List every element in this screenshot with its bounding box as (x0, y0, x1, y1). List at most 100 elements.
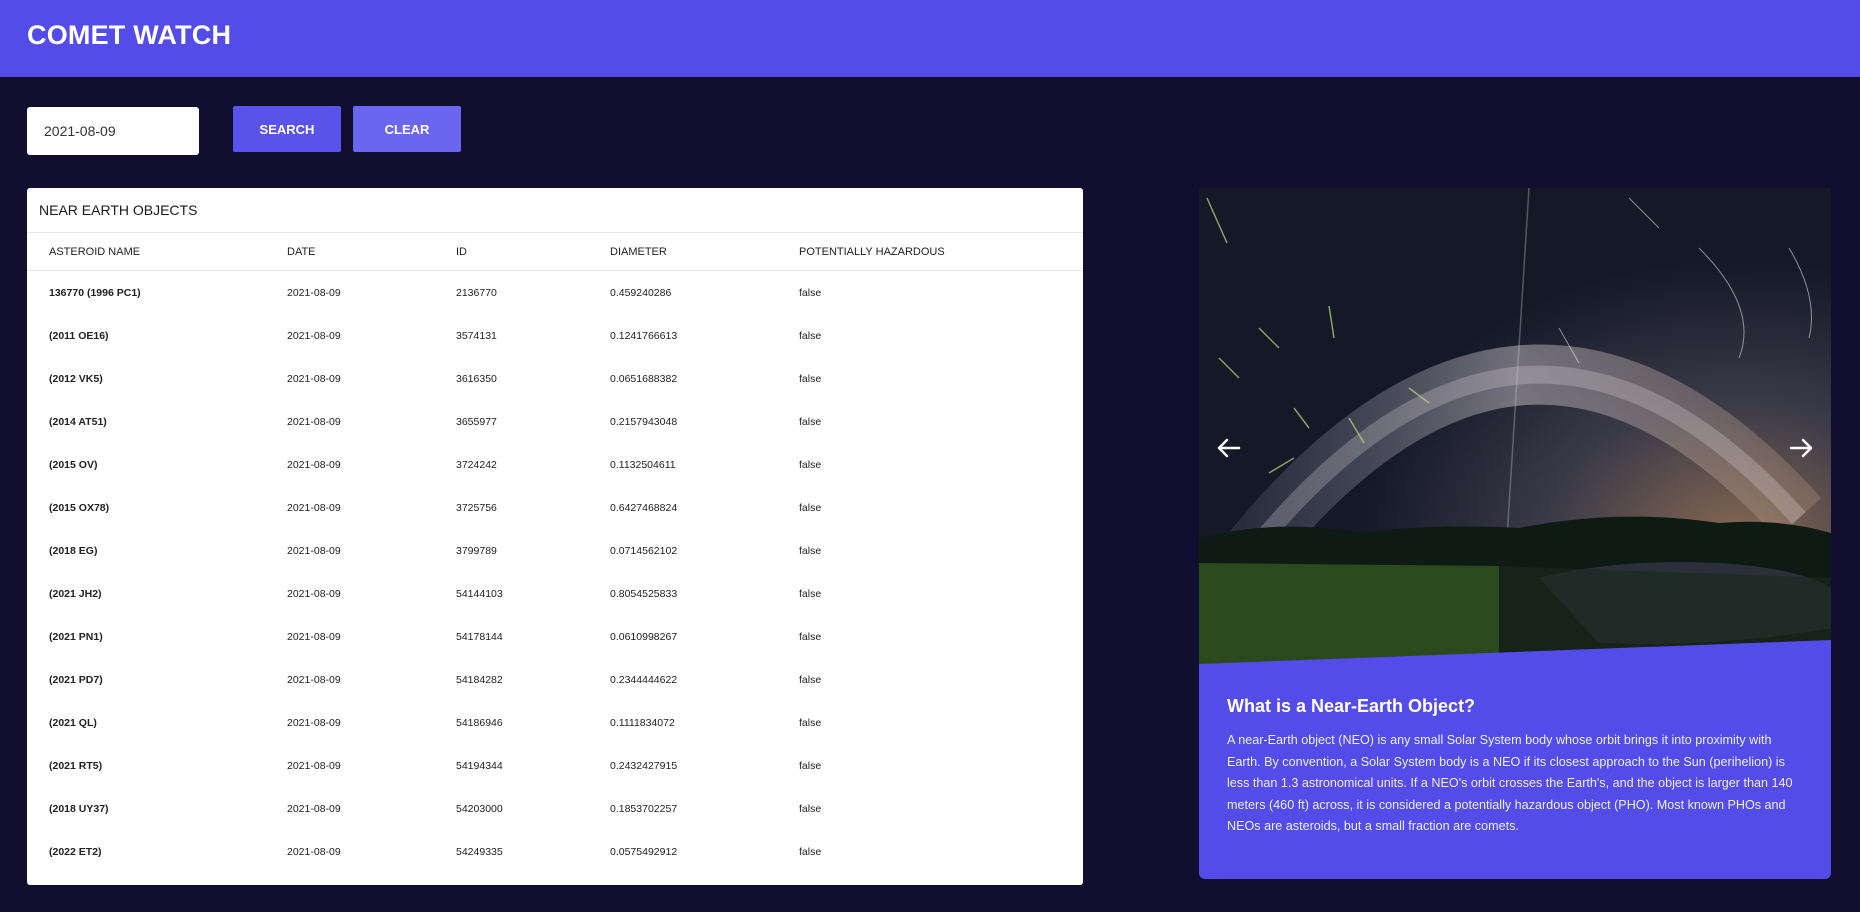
cell-diameter: 0.0714562102 (610, 544, 678, 557)
info-card: What is a Near-Earth Object? A near-Eart… (1199, 664, 1831, 879)
cell-diameter: 0.1111834072 (610, 716, 675, 729)
table-row[interactable]: (2018 EG) 2021-08-09 3799789 0.0714562102 fa… (27, 529, 1083, 572)
column-header-diameter[interactable]: DIAMETER (610, 233, 799, 271)
table-row[interactable]: (2012 VK5) 2021-08-09 3616350 0.0651688382 f… (27, 357, 1083, 400)
cell-date: 2021-08-09 (287, 802, 341, 815)
cell-asteroid-name: (2021 PN1) (49, 630, 103, 643)
cell-id: 54178144 (456, 630, 503, 643)
column-header-asteroid-name[interactable]: ASTEROID NAME (27, 233, 287, 271)
cell-asteroid-name: (2012 VK5) (49, 372, 103, 385)
table-body: 136770 (1996 PC1) 2021-08-09 2136770 0.4592… (27, 271, 1083, 874)
table-row[interactable]: (2015 OX78) 2021-08-09 3725756 0.6427468824… (27, 486, 1083, 529)
column-header-id[interactable]: ID (456, 233, 610, 271)
table-row[interactable]: (2021 JH2) 2021-08-09 54144103 0.8054525833… (27, 572, 1083, 615)
app-title: COMET WATCH (27, 20, 232, 50)
table-row[interactable]: (2021 PN1) 2021-08-09 54178144 0.0610998267… (27, 615, 1083, 658)
cell-potentially-hazardous: false (799, 673, 822, 686)
neo-table-panel: NEAR EARTH OBJECTS ASTEROID NAME DATE ID… (27, 188, 1083, 885)
table-header-row: ASTEROID NAME DATE ID DIAMETER POTENTIAL… (27, 233, 1083, 271)
cell-potentially-hazardous: false (799, 286, 822, 299)
table-row[interactable]: (2022 ET2) 2021-08-09 54249335 0.0575492912… (27, 830, 1083, 873)
cell-asteroid-name: (2021 PD7) (49, 673, 103, 686)
cell-potentially-hazardous: false (799, 845, 822, 858)
top-bar: COMET WATCH (0, 0, 1860, 77)
cell-potentially-hazardous: false (799, 415, 822, 428)
cell-diameter: 0.8054525833 (610, 587, 678, 600)
cell-diameter: 0.2432427915 (610, 759, 678, 772)
cell-date: 2021-08-09 (287, 501, 341, 514)
cell-id: 3616350 (456, 372, 497, 385)
table-row[interactable]: (2011 OE16) 2021-08-09 3574131 0.1241766613… (27, 314, 1083, 357)
cell-asteroid-name: (2018 EG) (49, 544, 98, 557)
cell-asteroid-name: (2021 QL) (49, 716, 97, 729)
cell-potentially-hazardous: false (799, 544, 822, 557)
table-row[interactable]: (2018 UY37) 2021-08-09 54203000 0.185370225… (27, 787, 1083, 830)
night-sky-image (1199, 188, 1831, 666)
cell-asteroid-name: (2018 UY37) (49, 802, 109, 815)
search-button[interactable]: SEARCH (233, 106, 341, 152)
cell-asteroid-name: (2011 OE16) (49, 329, 109, 342)
cell-date: 2021-08-09 (287, 458, 341, 471)
cell-date: 2021-08-09 (287, 329, 341, 342)
cell-date: 2021-08-09 (287, 759, 341, 772)
next-slide-button[interactable] (1783, 430, 1819, 466)
info-card-text: A near-Earth object (NEO) is any small S… (1227, 733, 1793, 834)
column-header-date[interactable]: DATE (287, 233, 456, 271)
cell-date: 2021-08-09 (287, 415, 341, 428)
cell-date: 2021-08-09 (287, 544, 341, 557)
table-row[interactable]: (2021 QL) 2021-08-09 54186946 0.1111834072 f… (27, 701, 1083, 744)
cell-diameter: 0.1241766613 (610, 329, 678, 342)
cell-diameter: 0.2157943048 (610, 415, 678, 428)
cell-date: 2021-08-09 (287, 286, 341, 299)
previous-slide-button[interactable] (1211, 430, 1247, 466)
info-card-heading: What is a Near-Earth Object? (1227, 696, 1476, 716)
cell-diameter: 0.0610998267 (610, 630, 678, 643)
cell-potentially-hazardous: false (799, 458, 822, 471)
cell-date: 2021-08-09 (287, 716, 341, 729)
column-header-potentially-hazardous[interactable]: POTENTIALLY HAZARDOUS (799, 233, 1083, 271)
neo-table: ASTEROID NAME DATE ID DIAMETER POTENTIAL… (27, 233, 1083, 873)
cell-asteroid-name: (2021 JH2) (49, 587, 102, 600)
cell-date: 2021-08-09 (287, 845, 341, 858)
cell-id: 3574131 (456, 329, 497, 342)
cell-date: 2021-08-09 (287, 673, 341, 686)
cell-potentially-hazardous: false (799, 802, 822, 815)
table-row[interactable]: (2021 PD7) 2021-08-09 54184282 0.2344444622… (27, 658, 1083, 701)
cell-potentially-hazardous: false (799, 759, 822, 772)
cell-id: 3724242 (456, 458, 497, 471)
cell-diameter: 0.1132504611 (610, 458, 676, 471)
cell-id: 54186946 (456, 716, 503, 729)
clear-button[interactable]: CLEAR (353, 106, 461, 152)
cell-diameter: 0.6427468824 (610, 501, 678, 514)
cell-date: 2021-08-09 (287, 372, 341, 385)
cell-asteroid-name: 136770 (1996 PC1) (49, 286, 141, 299)
arrow-right-icon (1789, 438, 1813, 458)
cell-asteroid-name: (2014 AT51) (49, 415, 107, 428)
cell-potentially-hazardous: false (799, 716, 822, 729)
cell-asteroid-name: (2015 OV) (49, 458, 98, 471)
table-title: NEAR EARTH OBJECTS (27, 188, 1083, 233)
table-row[interactable]: 136770 (1996 PC1) 2021-08-09 2136770 0.4592… (27, 271, 1083, 315)
table-row[interactable]: (2015 OV) 2021-08-09 3724242 0.1132504611 fa… (27, 443, 1083, 486)
arrow-left-icon (1217, 438, 1241, 458)
cell-asteroid-name: (2015 OX78) (49, 501, 110, 514)
cell-asteroid-name: (2021 RT5) (49, 759, 103, 772)
cell-id: 54194344 (456, 759, 503, 772)
cell-diameter: 0.459240286 (610, 286, 672, 299)
cell-diameter: 0.0575492912 (610, 845, 678, 858)
cell-potentially-hazardous: false (799, 501, 822, 514)
date-input[interactable] (27, 107, 199, 155)
milky-way-photo (1199, 188, 1831, 666)
cell-diameter: 0.0651688382 (610, 372, 678, 385)
table-row[interactable]: (2014 AT51) 2021-08-09 3655977 0.2157943048… (27, 400, 1083, 443)
cell-date: 2021-08-09 (287, 587, 341, 600)
table-row[interactable]: (2021 RT5) 2021-08-09 54194344 0.2432427915… (27, 744, 1083, 787)
cell-date: 2021-08-09 (287, 630, 341, 643)
cell-id: 3799789 (456, 544, 497, 557)
cell-potentially-hazardous: false (799, 630, 822, 643)
cell-potentially-hazardous: false (799, 329, 822, 342)
cell-asteroid-name: (2022 ET2) (49, 845, 102, 858)
cell-diameter: 0.2344444622 (610, 673, 678, 686)
cell-id: 2136770 (456, 286, 497, 299)
cell-potentially-hazardous: false (799, 587, 822, 600)
